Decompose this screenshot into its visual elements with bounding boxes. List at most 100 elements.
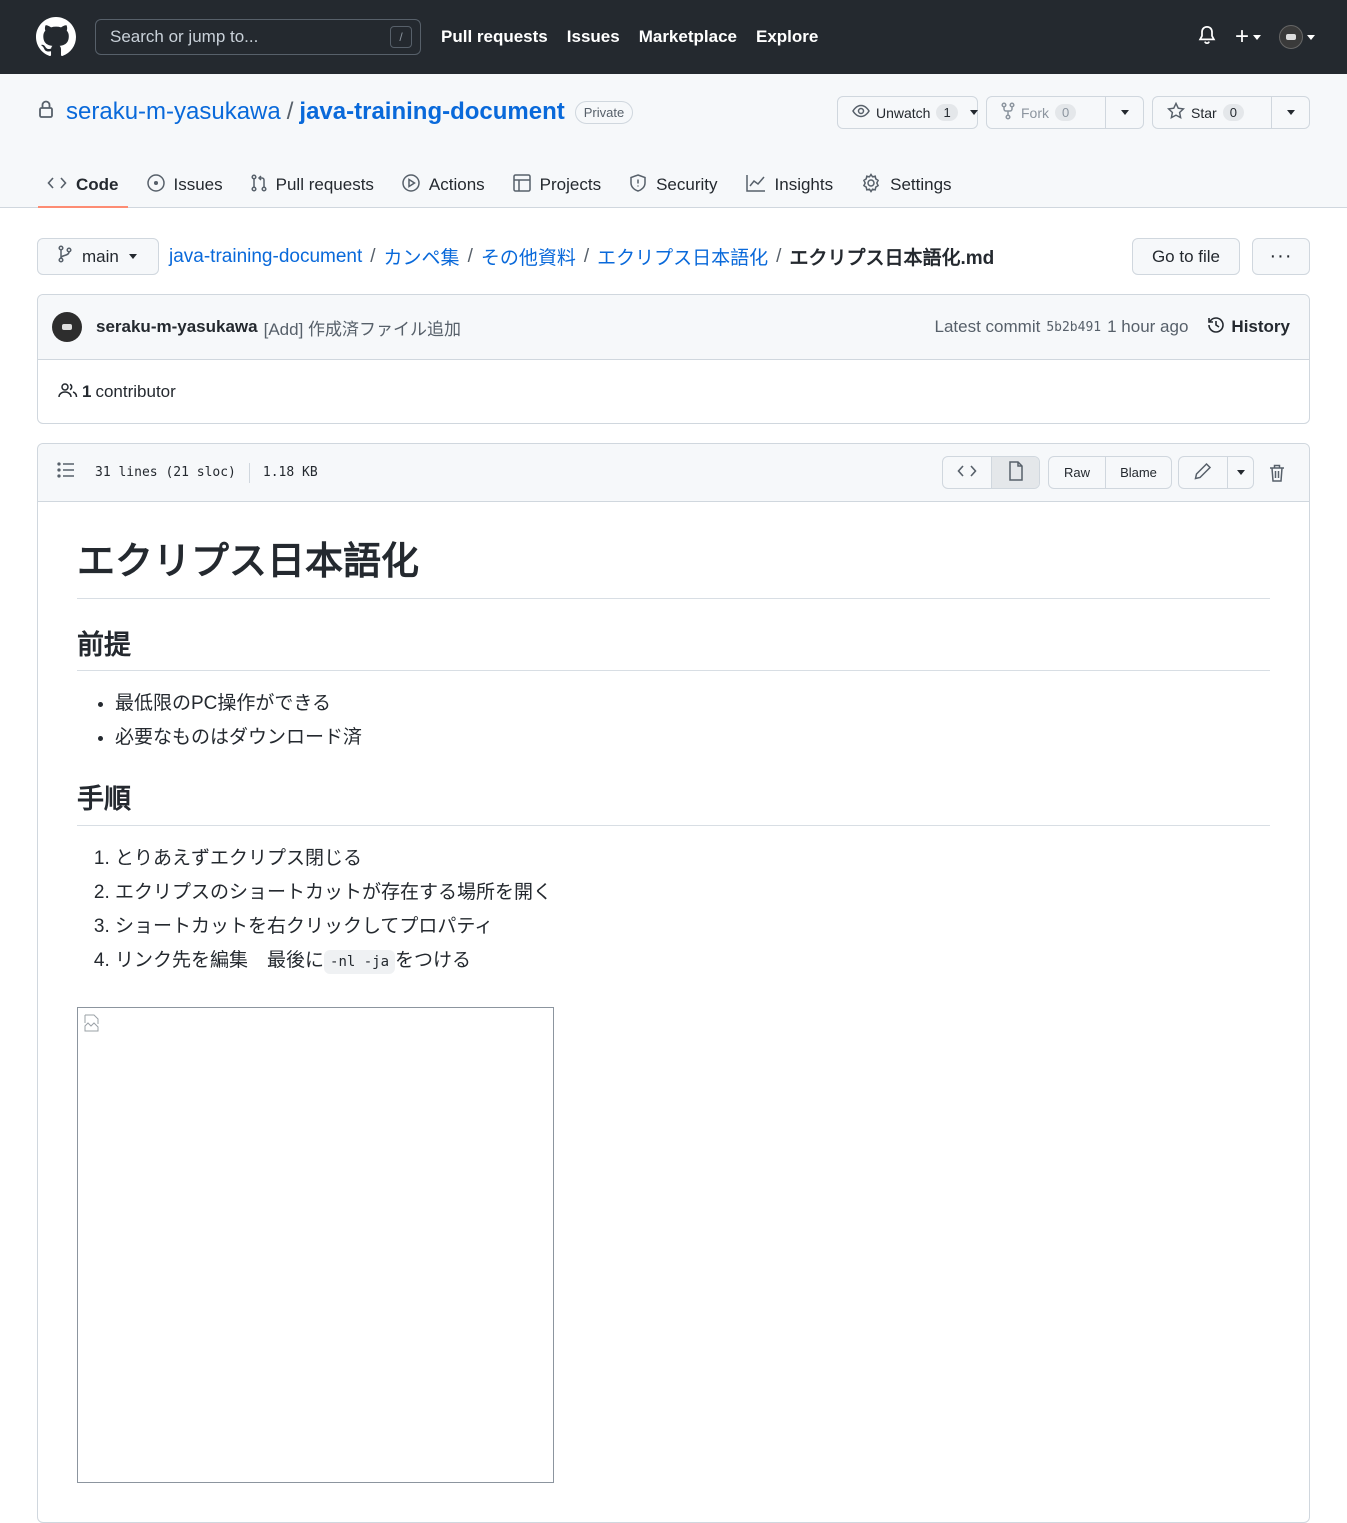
nav-explore[interactable]: Explore [756, 27, 818, 47]
contributors-count: 1 [82, 382, 92, 401]
commit-meta: Latest commit 5b2b491 1 hour ago History [935, 315, 1290, 340]
breadcrumb-folder[interactable]: その他資料 [481, 243, 576, 270]
raw-blame-group: Raw Blame [1048, 456, 1172, 489]
avatar [1279, 25, 1303, 49]
breadcrumb-separator: / [776, 245, 782, 267]
rendered-view-button[interactable] [991, 457, 1039, 488]
contributors[interactable]: 1 contributor [38, 360, 1309, 424]
trash-icon[interactable] [1259, 464, 1295, 482]
tab-insights-label: Insights [774, 175, 834, 194]
header-actions: + [1197, 23, 1315, 51]
kebab-horizontal-icon[interactable]: ··· [1252, 238, 1310, 275]
breadcrumb: java-training-document / カンペ集 / その他資料 / … [169, 243, 994, 270]
star-button-group: Star 0 [1152, 96, 1310, 129]
nav-marketplace[interactable]: Marketplace [639, 27, 737, 47]
caret-down-icon [969, 110, 978, 115]
tab-issues[interactable]: Issues [138, 162, 232, 208]
step4-prefix: リンク先を編集 最後に [115, 950, 325, 972]
star-icon [1166, 101, 1186, 123]
lock-icon [38, 98, 54, 126]
latest-commit: seraku-m-yasukawa [Add] 作成済ファイル追加 Latest… [38, 295, 1309, 360]
edit-dropdown[interactable] [1227, 457, 1253, 488]
fork-button[interactable]: Fork 0 [987, 97, 1105, 128]
file-header: 31 lines (21 sloc) 1.18 KB Raw Blame [38, 444, 1309, 502]
view-toggle [942, 456, 1040, 489]
blame-button[interactable]: Blame [1105, 457, 1171, 488]
inline-code: -nl -ja [324, 950, 396, 975]
broken-image[interactable] [77, 1007, 554, 1484]
fork-count: 0 [1055, 104, 1077, 121]
unwatch-button[interactable]: Unwatch 1 [837, 96, 978, 129]
github-logo-icon[interactable] [36, 17, 76, 57]
star-dropdown[interactable] [1271, 97, 1309, 128]
create-new-menu[interactable]: + [1235, 23, 1261, 51]
search-input[interactable]: Search or jump to... / [95, 19, 421, 55]
tab-security[interactable]: Security [620, 162, 726, 208]
tab-projects[interactable]: Projects [504, 162, 610, 208]
tab-actions-label: Actions [428, 175, 485, 194]
branch-select-button[interactable]: main [37, 238, 159, 275]
tab-projects-label: Projects [539, 175, 602, 194]
repo-name-link[interactable]: java-training-document [299, 98, 564, 126]
raw-button[interactable]: Raw [1049, 457, 1105, 488]
commit-author[interactable]: seraku-m-yasukawa [96, 317, 258, 337]
list-item: エクリプスのショートカットが存在する場所を開く [115, 876, 1270, 910]
edit-button[interactable] [1179, 457, 1227, 488]
graph-icon [745, 174, 766, 197]
history-icon [1206, 315, 1226, 340]
gear-icon [861, 172, 881, 198]
history-label: History [1231, 317, 1290, 336]
play-icon [402, 173, 420, 197]
code-view-button[interactable] [943, 457, 991, 488]
star-button[interactable]: Star 0 [1153, 97, 1271, 128]
go-to-file-button[interactable]: Go to file [1131, 238, 1240, 275]
tab-code[interactable]: Code [38, 162, 128, 208]
list-item: リンク先を編集 最後に-nl -jaをつける [115, 944, 1270, 979]
commit-message[interactable]: [Add] 作成済ファイル追加 [264, 315, 461, 340]
repo-actions: Unwatch 1 Fork 0 Star 0 [837, 96, 1310, 129]
tab-settings-label: Settings [890, 175, 952, 194]
watch-count: 1 [936, 104, 958, 121]
repo-title: seraku-m-yasukawa / java-training-docume… [38, 98, 634, 126]
user-menu[interactable] [1279, 25, 1315, 49]
list-unordered-icon[interactable] [57, 462, 75, 483]
steps-list: とりあえずエクリプス閉じる エクリプスのショートカットが存在する場所を開く ショ… [77, 842, 1270, 979]
nav-pull-requests[interactable]: Pull requests [441, 27, 548, 47]
prerequisites-list: 最低限のPC操作ができる 必要なものはダウンロード済 [77, 687, 1270, 755]
avatar[interactable] [52, 312, 82, 342]
search-shortcut-badge: / [390, 26, 412, 48]
markdown-h2-steps: 手順 [77, 783, 1270, 827]
git-pull-request-icon [251, 173, 267, 197]
issue-opened-icon [146, 173, 165, 197]
latest-commit-label: Latest commit [934, 317, 1041, 336]
history-link[interactable]: History [1206, 315, 1290, 340]
git-branch-icon [58, 245, 72, 268]
tab-settings[interactable]: Settings [852, 162, 960, 208]
repo-title-separator: / [286, 98, 294, 125]
fork-dropdown[interactable] [1105, 97, 1143, 128]
commit-sha[interactable]: 5b2b491 [1046, 320, 1101, 335]
list-item: ショートカットを右クリックしてプロパティ [115, 910, 1270, 944]
tab-actions[interactable]: Actions [393, 162, 494, 208]
file-lines: 31 lines (21 sloc) [95, 465, 236, 480]
search-placeholder: Search or jump to... [110, 27, 259, 46]
breadcrumb-repo[interactable]: java-training-document [169, 246, 362, 268]
markdown-body: エクリプス日本語化 前提 最低限のPC操作ができる 必要なものはダウンロード済 … [38, 502, 1309, 1521]
breadcrumb-folder[interactable]: カンペ集 [384, 243, 460, 270]
tab-pull-requests[interactable]: Pull requests [242, 162, 383, 208]
nav-issues[interactable]: Issues [567, 27, 620, 47]
caret-down-icon [1286, 110, 1295, 115]
repo-header: seraku-m-yasukawa / java-training-docume… [0, 74, 1347, 208]
breadcrumb-folder[interactable]: エクリプス日本語化 [597, 243, 768, 270]
repo-owner-link[interactable]: seraku-m-yasukawa [66, 98, 281, 126]
fork-button-group: Fork 0 [986, 96, 1144, 129]
bell-icon[interactable] [1197, 24, 1217, 51]
tab-pull-requests-label: Pull requests [275, 175, 374, 194]
pencil-icon [1194, 462, 1212, 483]
branch-name: main [82, 246, 119, 266]
file-info: 31 lines (21 sloc) 1.18 KB [95, 462, 318, 483]
list-item: 最低限のPC操作ができる [115, 687, 1270, 721]
tab-insights[interactable]: Insights [737, 162, 843, 208]
tab-issues-label: Issues [173, 175, 223, 194]
list-item: 必要なものはダウンロード済 [115, 721, 1270, 755]
